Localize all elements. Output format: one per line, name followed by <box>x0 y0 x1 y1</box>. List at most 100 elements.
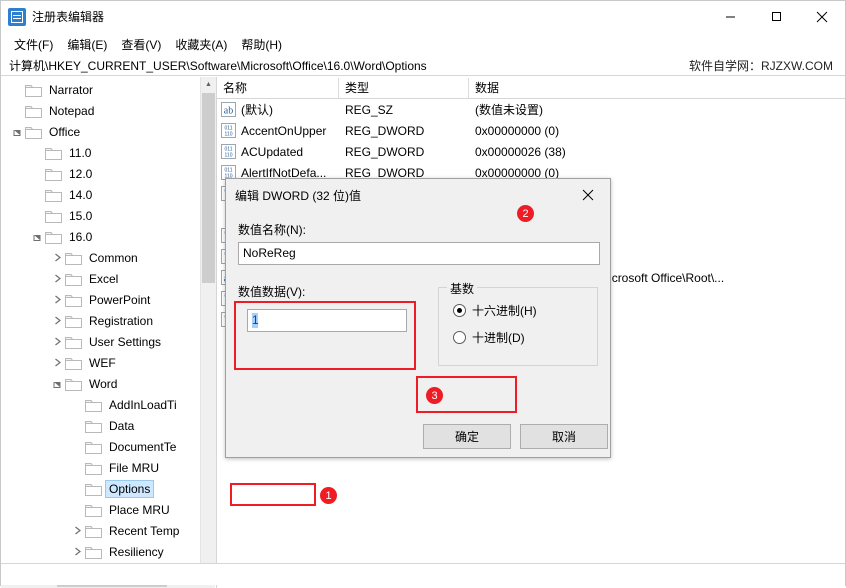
radio-hex-indicator[interactable] <box>453 304 466 317</box>
close-button[interactable] <box>799 2 845 32</box>
tree-item-options[interactable]: Options <box>1 478 201 499</box>
chevron-down-icon[interactable] <box>9 121 25 142</box>
tree-item-label: Recent Temp <box>106 523 182 539</box>
tree-scroll-thumb[interactable] <box>202 93 215 283</box>
base-group: 基数 十六进制(H) 十进制(D) <box>438 287 598 366</box>
chevron-right-icon[interactable] <box>49 247 65 268</box>
maximize-button[interactable] <box>753 2 799 32</box>
tree-item-label: PowerPoint <box>86 292 153 308</box>
tree-vertical-scrollbar[interactable]: ▲ ▼ <box>200 77 216 573</box>
value-name-label: 数值名称(N): <box>238 221 598 238</box>
value-list-header: 名称 类型 数据 <box>217 77 845 99</box>
tree-item-label: AddInLoadTi <box>106 397 180 413</box>
tree-scroll-up-icon[interactable]: ▲ <box>201 77 216 92</box>
tree-spacer <box>29 205 45 226</box>
value-row[interactable]: 011110ACUpdatedREG_DWORD0x00000026 (38) <box>217 141 845 162</box>
tree-item-data[interactable]: Data <box>1 415 201 436</box>
svg-text:110: 110 <box>225 132 233 138</box>
tree-item-common[interactable]: Common <box>1 247 201 268</box>
tree-item-label: Narrator <box>46 82 96 98</box>
menu-edit[interactable]: 编辑(E) <box>60 34 114 55</box>
tree-item-label: 11.0 <box>66 145 94 161</box>
tree-item-label: Excel <box>86 271 121 287</box>
chevron-right-icon[interactable] <box>49 310 65 331</box>
chevron-right-icon[interactable] <box>69 520 85 541</box>
value-data-cell: 0x00000026 (38) <box>469 145 845 159</box>
tree-item-user-settings[interactable]: User Settings <box>1 331 201 352</box>
registry-tree-pane[interactable]: Narrator Notepad Office 11.0 12.0 14.0 15.0 16.… <box>1 77 217 588</box>
column-header-type[interactable]: 类型 <box>339 78 469 98</box>
minimize-button[interactable] <box>707 2 753 32</box>
menu-view[interactable]: 查看(V) <box>114 34 168 55</box>
base-group-title: 基数 <box>447 280 477 297</box>
tree-item-word[interactable]: Word <box>1 373 201 394</box>
menu-file[interactable]: 文件(F) <box>7 34 60 55</box>
menu-favorites[interactable]: 收藏夹(A) <box>168 34 234 55</box>
chevron-right-icon[interactable] <box>49 331 65 352</box>
tree-item-registration[interactable]: Registration <box>1 310 201 331</box>
tree-item-label: Notepad <box>46 103 97 119</box>
folder-icon <box>25 104 42 118</box>
radio-dec-indicator[interactable] <box>453 331 466 344</box>
title-bar: 注册表编辑器 <box>1 1 845 33</box>
tree-item-excel[interactable]: Excel <box>1 268 201 289</box>
value-row[interactable]: ab(默认)REG_SZ(数值未设置) <box>217 99 845 120</box>
radio-dec-label: 十进制(D) <box>472 329 525 346</box>
folder-icon <box>45 230 62 244</box>
chevron-down-icon[interactable] <box>29 226 45 247</box>
dialog-title: 编辑 DWORD (32 位)值 <box>226 187 566 204</box>
tree-item-11-0[interactable]: 11.0 <box>1 142 201 163</box>
tree-item-documentte[interactable]: DocumentTe <box>1 436 201 457</box>
value-data-selection <box>252 313 258 328</box>
folder-icon <box>85 461 102 475</box>
radio-dec[interactable]: 十进制(D) <box>453 329 597 346</box>
tree-item-powerpoint[interactable]: PowerPoint <box>1 289 201 310</box>
menu-help[interactable]: 帮助(H) <box>234 34 289 55</box>
tree-item-label: 12.0 <box>66 166 95 182</box>
tree-item-15-0[interactable]: 15.0 <box>1 205 201 226</box>
tree-item-addinloadti[interactable]: AddInLoadTi <box>1 394 201 415</box>
tree-item-label: Office <box>46 124 83 140</box>
dialog-close-button[interactable] <box>566 180 610 211</box>
chevron-right-icon[interactable] <box>49 352 65 373</box>
tree-item-12-0[interactable]: 12.0 <box>1 163 201 184</box>
tree-item-place-mru[interactable]: Place MRU <box>1 499 201 520</box>
tree-item-file-mru[interactable]: File MRU <box>1 457 201 478</box>
folder-icon <box>25 125 42 139</box>
folder-icon <box>65 314 82 328</box>
binary-value-icon: 011110 <box>221 144 236 159</box>
address-bar[interactable]: 计算机\HKEY_CURRENT_USER\Software\Microsoft… <box>1 55 845 76</box>
value-data-label: 数值数据(V): <box>238 283 424 300</box>
tree-item-label: 15.0 <box>66 208 95 224</box>
value-row[interactable]: 011110AccentOnUpperREG_DWORD0x00000000 (… <box>217 120 845 141</box>
radio-hex[interactable]: 十六进制(H) <box>453 302 597 319</box>
ok-button[interactable]: 确定 <box>423 424 511 449</box>
tree-item-office[interactable]: Office <box>1 121 201 142</box>
tree-item-resiliency[interactable]: Resiliency <box>1 541 201 562</box>
folder-icon <box>85 398 102 412</box>
folder-icon <box>65 293 82 307</box>
folder-icon <box>65 272 82 286</box>
tree-item-14-0[interactable]: 14.0 <box>1 184 201 205</box>
value-data-input[interactable]: 1 <box>247 309 407 332</box>
chevron-right-icon[interactable] <box>49 268 65 289</box>
tree-item-label: Place MRU <box>106 502 173 518</box>
chevron-right-icon[interactable] <box>69 541 85 562</box>
cancel-button[interactable]: 取消 <box>520 424 608 449</box>
column-header-name[interactable]: 名称 <box>217 78 339 98</box>
chevron-right-icon[interactable] <box>49 289 65 310</box>
value-name-input[interactable]: NoReReg <box>238 242 600 265</box>
chevron-down-icon[interactable] <box>49 373 65 394</box>
value-name-text: (默认) <box>241 101 273 118</box>
tree-item-notepad[interactable]: Notepad <box>1 100 201 121</box>
tree-item-label: Data <box>106 418 137 434</box>
tree-item-16-0[interactable]: 16.0 <box>1 226 201 247</box>
tree-item-narrator[interactable]: Narrator <box>1 79 201 100</box>
column-header-data[interactable]: 数据 <box>469 78 845 98</box>
tree-item-wef[interactable]: WEF <box>1 352 201 373</box>
tree-item-recent-temp[interactable]: Recent Temp <box>1 520 201 541</box>
registry-editor-window: 注册表编辑器 文件(F) 编辑(E) 查看(V) 收藏夹(A) 帮助(H) 计算… <box>0 0 846 586</box>
tree-spacer <box>9 79 25 100</box>
tree-spacer <box>29 142 45 163</box>
ok-button-label: 确定 <box>455 428 479 445</box>
